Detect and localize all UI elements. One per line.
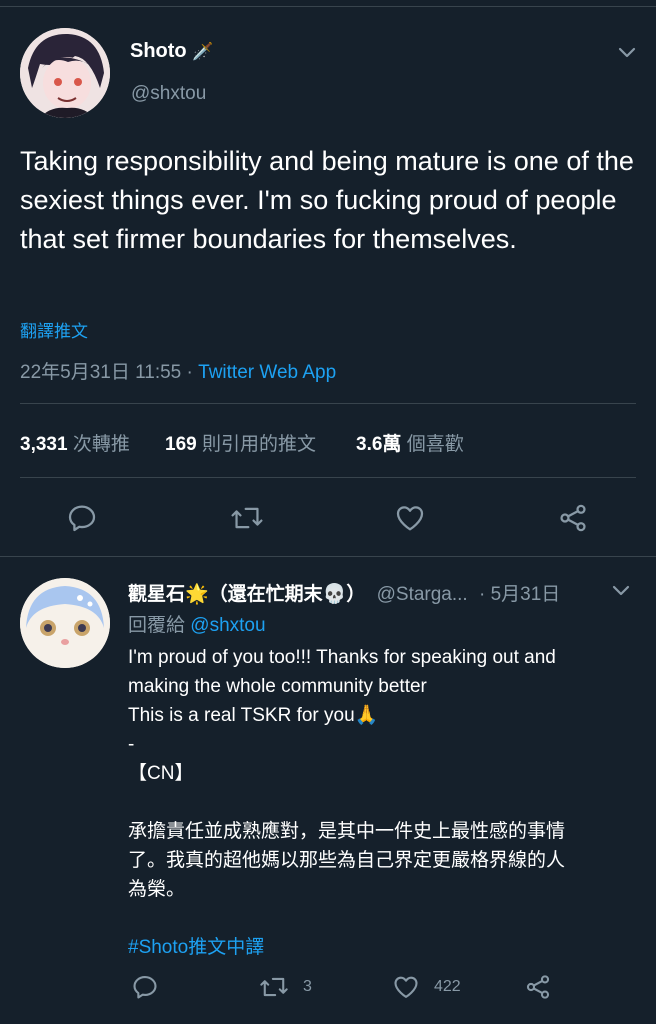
reply-line: 了。我真的超他媽以那些為自己界定更嚴格界線的人 [128,850,566,871]
reply-line [128,904,638,933]
chevron-down-icon[interactable] [610,580,632,602]
author-name[interactable]: Shoto 🗡️ [130,40,213,63]
reply-line: This is a real TSKR for you🙏 [128,705,379,726]
reply-line: I'm proud of you too!!! Thanks for speak… [128,647,556,668]
meta-separator: · [181,362,199,383]
heart-icon[interactable] [392,973,420,1001]
likes-count: 3.6萬 [356,434,402,455]
likes-stat[interactable]: 3.6萬 個喜歡 [356,429,464,456]
share-icon[interactable] [557,502,589,534]
retweets-count: 3,331 [20,434,68,455]
reply-line: - [128,734,135,755]
tweet-text: Taking responsibility and being mature i… [20,146,634,254]
quotes-count: 169 [165,434,197,455]
likes-label: 個喜歡 [406,434,464,455]
reply-line: 【CN】 [128,763,194,784]
replying-to-label: 回覆給 [128,615,186,636]
author-handle[interactable]: @shxtou [131,83,206,105]
reply-line: 為榮。 [128,879,186,900]
tweet-meta: 22年5月31日 11:55 · Twitter Web App [20,357,336,384]
reply-hashtag[interactable]: #Shoto推文中譯 [128,933,638,962]
tweet-separator [0,556,656,557]
reply-date[interactable]: · 5月31日 [479,584,560,605]
reply-text: I'm proud of you too!!! Thanks for speak… [128,643,638,962]
translate-tweet-link[interactable]: 翻譯推文 [20,317,88,342]
replying-to-handle[interactable]: @shxtou [190,615,265,636]
chevron-down-icon[interactable] [616,42,638,64]
tweet-source[interactable]: Twitter Web App [198,362,336,383]
reply-header: 觀星石🌟（還在忙期末💀） @Starga... · 5月31日 [128,579,560,606]
reply-author-handle[interactable]: @Starga... [377,584,468,605]
author-name-emoji: 🗡️ [192,42,214,61]
tweet-timestamp[interactable]: 22年5月31日 11:55 [20,362,181,383]
retweets-stat[interactable]: 3,331 次轉推 [20,429,130,456]
author-avatar[interactable] [20,28,110,118]
heart-icon[interactable] [394,502,426,534]
quotes-stat[interactable]: 169 則引用的推文 [165,429,316,456]
retweet-icon[interactable] [259,973,289,1001]
reply-author-avatar[interactable] [20,578,110,668]
reply-line: making the whole community better [128,676,427,697]
reply-retweet-count: 3 [303,978,312,995]
retweet-icon[interactable] [230,502,264,534]
replying-to: 回覆給 @shxtou [128,610,266,637]
reply-line: 承擔責任並成熟應對，是其中一件史上最性感的事情 [128,821,566,842]
reply-author-name[interactable]: 觀星石🌟（還在忙期末💀） [128,584,365,605]
stats-divider-top [20,403,636,404]
reply-icon[interactable] [131,973,159,1001]
reply-like-count: 422 [434,978,461,995]
retweets-label: 次轉推 [72,434,130,455]
reply-line [128,788,638,817]
top-divider [0,0,656,7]
share-icon[interactable] [524,973,552,1001]
quotes-label: 則引用的推文 [201,434,316,455]
stats-divider-bottom [20,477,636,478]
reply-icon[interactable] [66,502,98,534]
author-name-text: Shoto [130,40,187,62]
